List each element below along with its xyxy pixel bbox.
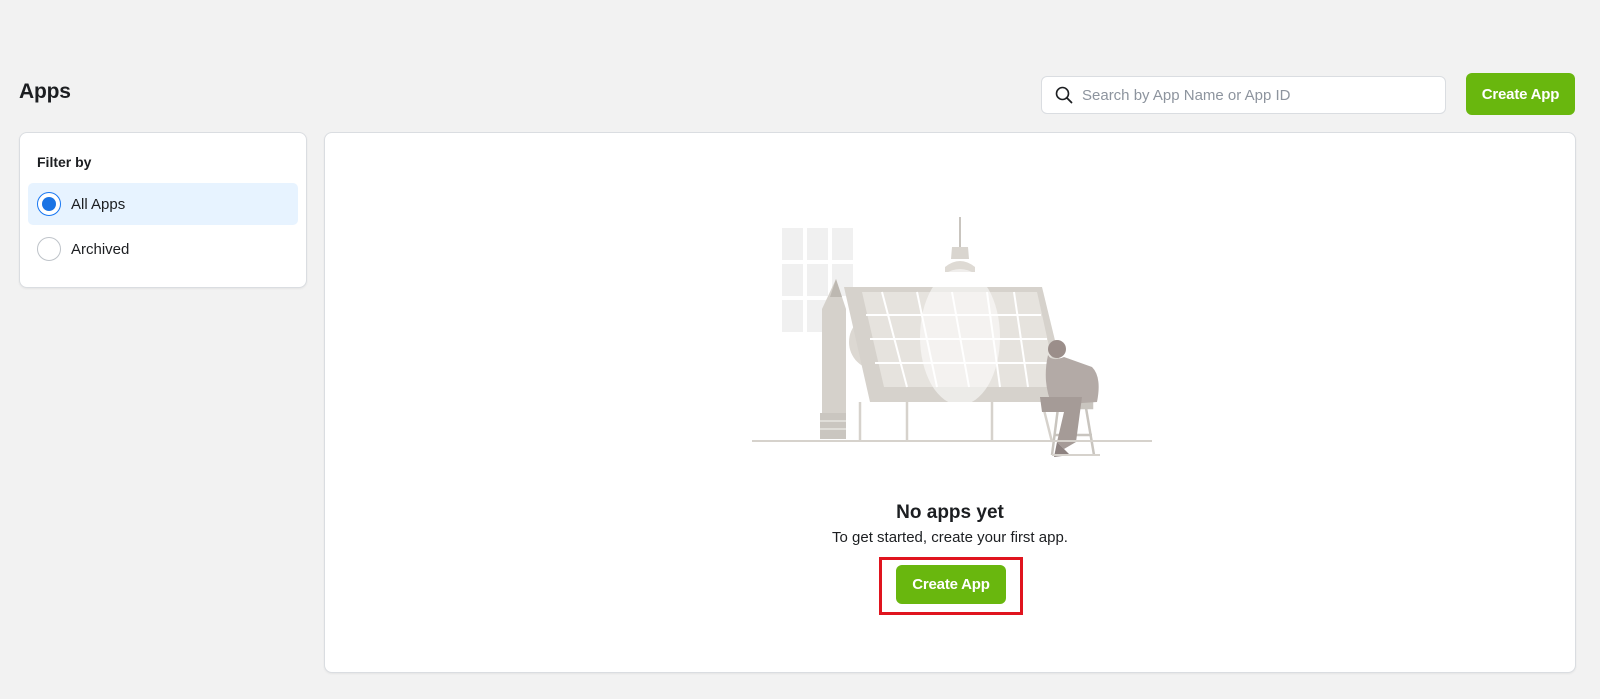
radio-button-archived[interactable]: [37, 237, 61, 261]
page-title: Apps: [19, 80, 71, 103]
search-icon: [1054, 85, 1074, 105]
radio-button-all-apps[interactable]: [37, 192, 61, 216]
filter-title: Filter by: [37, 154, 92, 170]
empty-state-subtitle: To get started, create your first app.: [832, 529, 1068, 546]
filter-option-archived[interactable]: Archived: [28, 228, 298, 270]
filter-option-all-apps[interactable]: All Apps: [28, 183, 298, 225]
main-content-panel: No apps yet To get started, create your …: [324, 132, 1576, 673]
filter-option-label: Archived: [71, 240, 130, 258]
filter-panel: Filter by All Apps Archived: [19, 132, 307, 288]
empty-state-title: No apps yet: [896, 502, 1004, 523]
search-input[interactable]: [1082, 86, 1422, 104]
filter-option-label: All Apps: [71, 195, 126, 213]
create-app-button[interactable]: Create App: [896, 565, 1006, 604]
search-box[interactable]: [1041, 76, 1446, 114]
empty-state-illustration: [752, 217, 1152, 457]
create-app-button-header[interactable]: Create App: [1466, 73, 1575, 115]
